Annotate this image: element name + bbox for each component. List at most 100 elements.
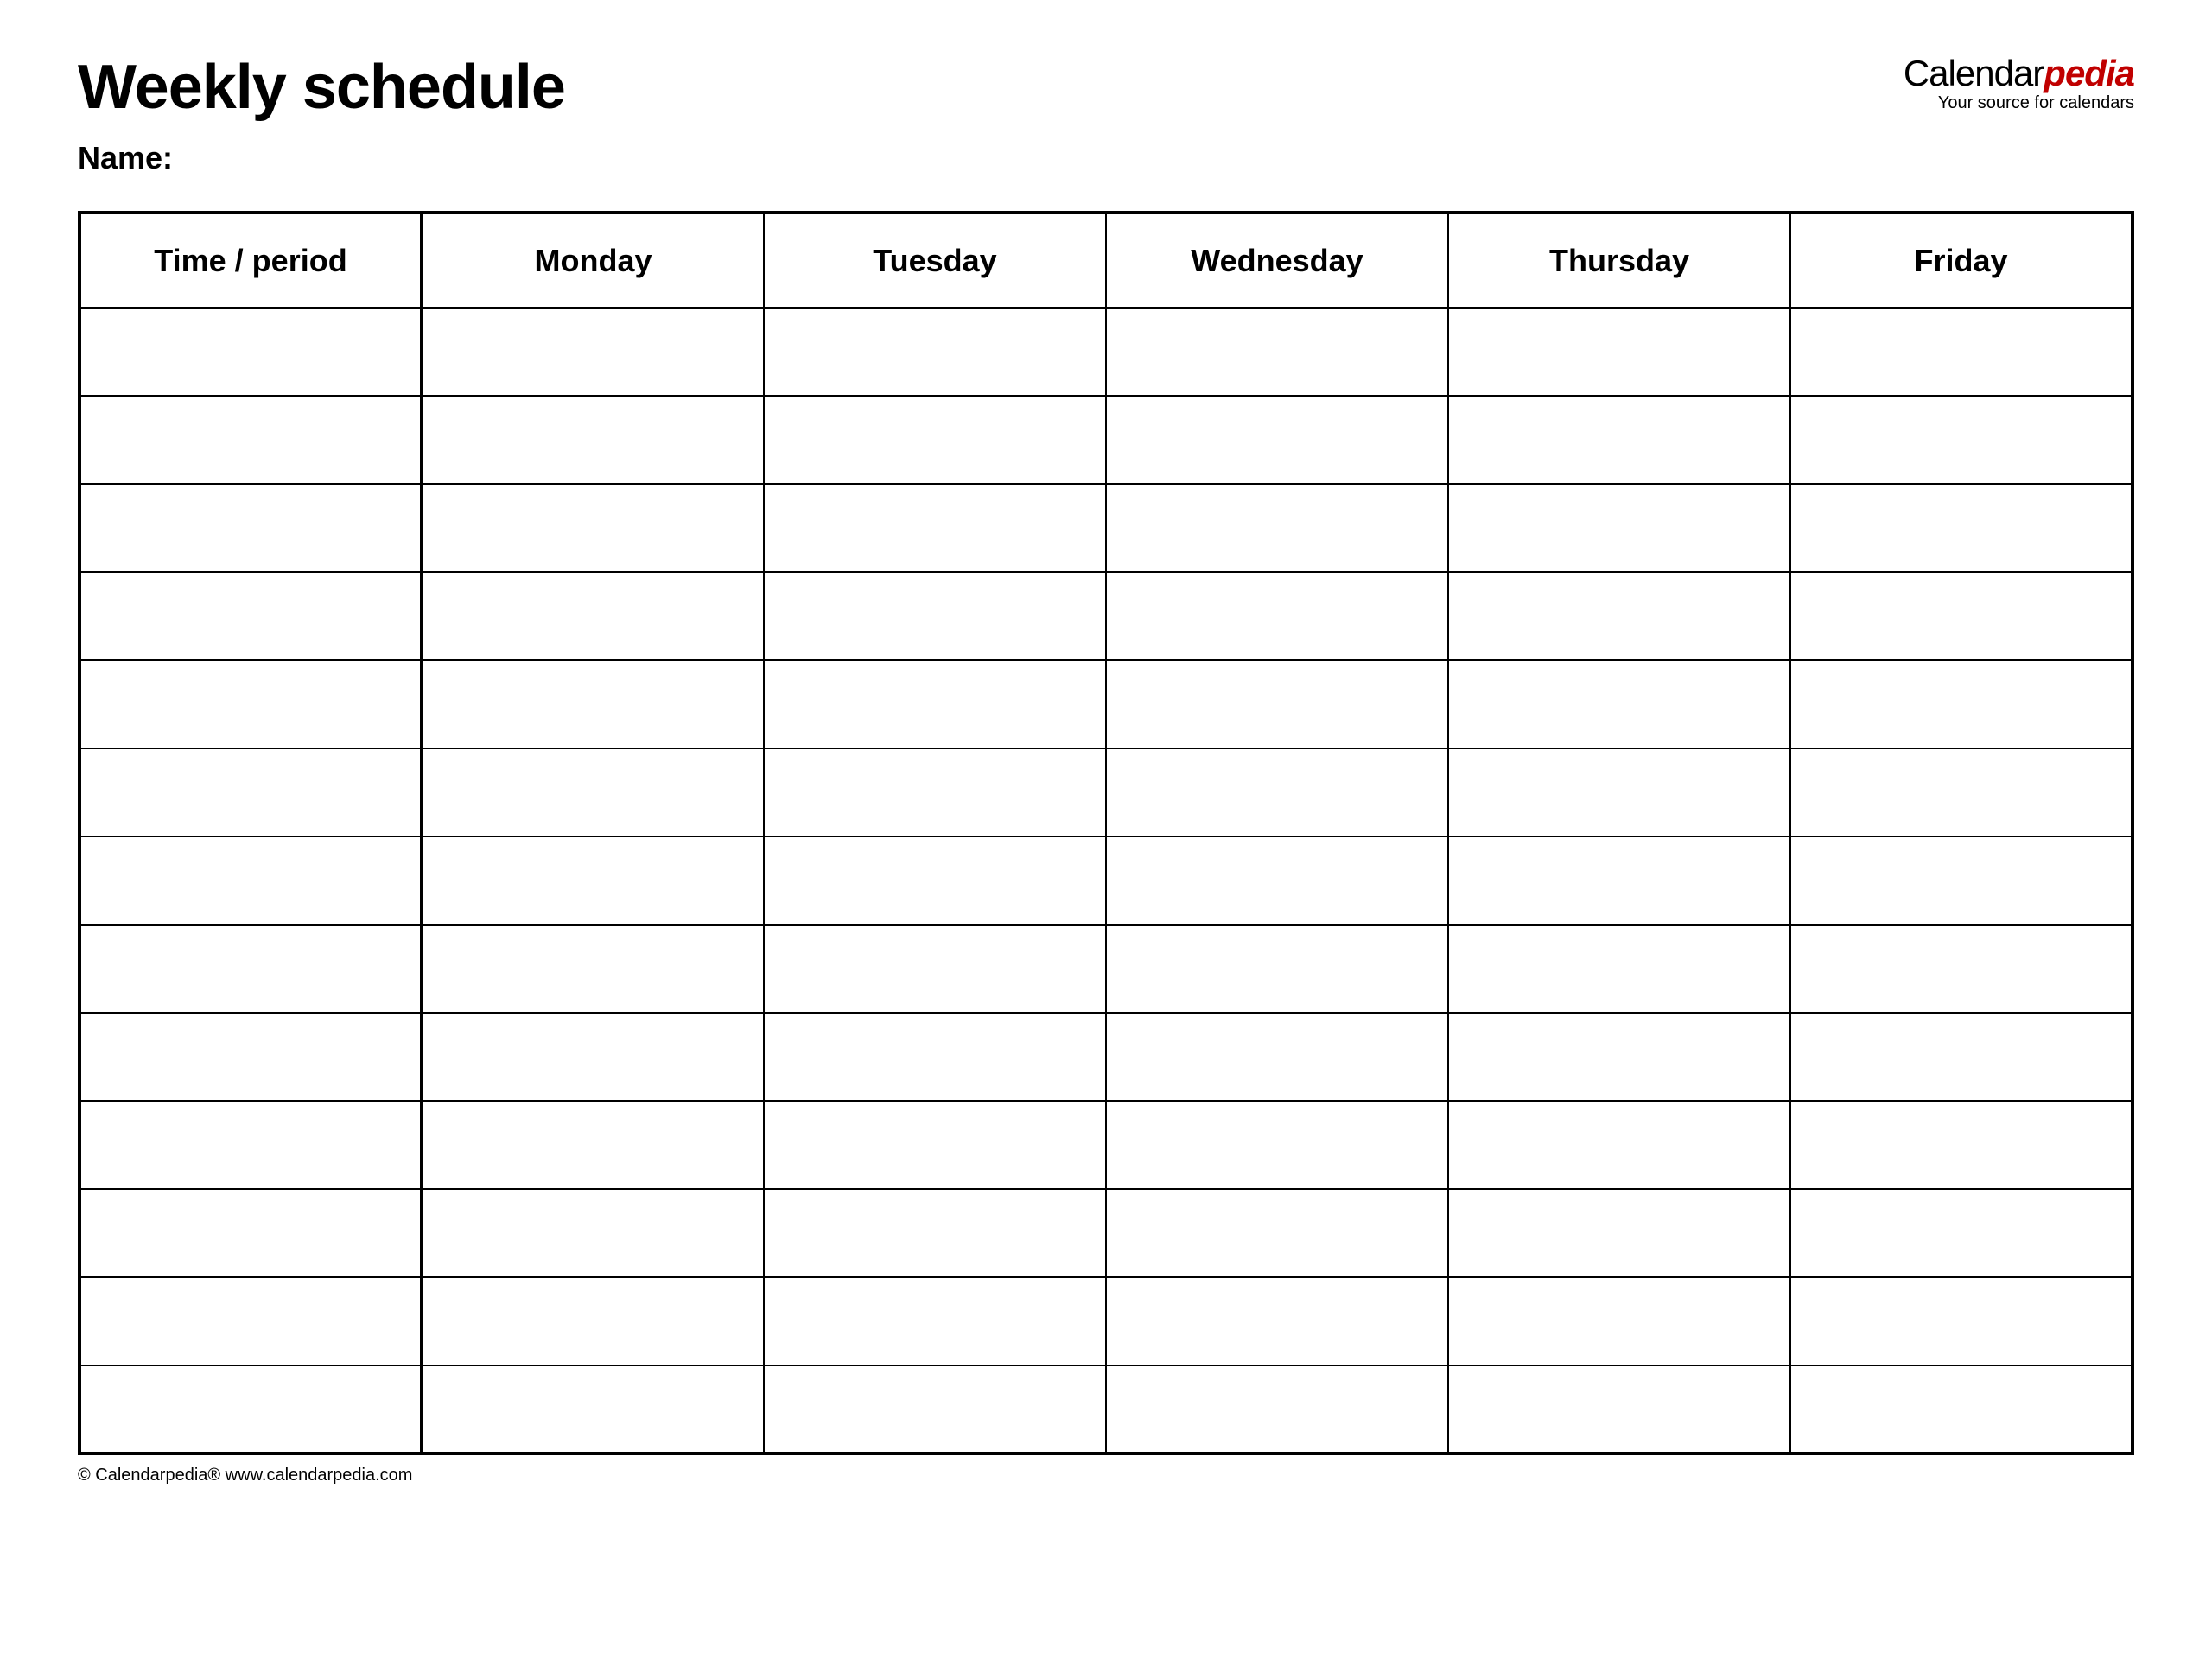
table-cell (1448, 1277, 1790, 1365)
table-body (79, 308, 2133, 1454)
col-header-thursday: Thursday (1448, 213, 1790, 308)
table-cell (422, 572, 764, 660)
table-cell (764, 1189, 1106, 1277)
table-cell (1106, 1189, 1448, 1277)
table-cell (764, 1013, 1106, 1101)
col-header-friday: Friday (1790, 213, 2133, 308)
table-row (79, 1189, 2133, 1277)
table-cell (1790, 1365, 2133, 1454)
table-cell (79, 1101, 422, 1189)
table-cell (1106, 396, 1448, 484)
table-cell (764, 572, 1106, 660)
table-cell (1448, 1365, 1790, 1454)
page-title: Weekly schedule (78, 52, 565, 123)
table-row (79, 1101, 2133, 1189)
table-cell (1790, 1101, 2133, 1189)
table-cell (1106, 925, 1448, 1013)
table-cell (1106, 837, 1448, 925)
table-cell (1448, 1013, 1790, 1101)
name-label: Name: (78, 140, 2134, 176)
table-cell (1790, 1277, 2133, 1365)
table-cell (79, 1013, 422, 1101)
table-cell (764, 837, 1106, 925)
table-cell (422, 1189, 764, 1277)
table-row (79, 1013, 2133, 1101)
table-cell (422, 308, 764, 396)
table-cell (79, 925, 422, 1013)
table-cell (422, 1013, 764, 1101)
header-row: Weekly schedule Calendarpedia Your sourc… (78, 52, 2134, 123)
footer-text: © Calendarpedia® www.calendarpedia.com (78, 1466, 2134, 1486)
col-header-monday: Monday (422, 213, 764, 308)
table-cell (1790, 1013, 2133, 1101)
table-cell (422, 1365, 764, 1454)
table-cell (422, 484, 764, 572)
table-cell (1106, 748, 1448, 837)
table-cell (79, 396, 422, 484)
table-cell (1106, 308, 1448, 396)
table-cell (79, 484, 422, 572)
table-cell (764, 396, 1106, 484)
table-cell (1448, 1101, 1790, 1189)
col-header-wednesday: Wednesday (1106, 213, 1448, 308)
table-row (79, 925, 2133, 1013)
table-cell (1106, 572, 1448, 660)
table-cell (422, 1277, 764, 1365)
brand-name: Calendarpedia (1904, 55, 2134, 92)
table-cell (1106, 1013, 1448, 1101)
table-row (79, 572, 2133, 660)
table-row (79, 837, 2133, 925)
table-cell (764, 484, 1106, 572)
table-cell (764, 925, 1106, 1013)
table-cell (422, 396, 764, 484)
table-cell (1790, 396, 2133, 484)
table-cell (1448, 925, 1790, 1013)
table-cell (79, 1365, 422, 1454)
table-row (79, 484, 2133, 572)
table-cell (79, 837, 422, 925)
table-cell (764, 1365, 1106, 1454)
table-cell (1790, 660, 2133, 748)
table-cell (1106, 1101, 1448, 1189)
table-cell (1790, 484, 2133, 572)
table-cell (79, 572, 422, 660)
table-cell (1448, 484, 1790, 572)
table-cell (79, 748, 422, 837)
table-cell (1790, 308, 2133, 396)
table-cell (79, 1277, 422, 1365)
table-cell (79, 1189, 422, 1277)
table-cell (1448, 308, 1790, 396)
table-cell (1448, 660, 1790, 748)
table-cell (1790, 748, 2133, 837)
brand-block: Calendarpedia Your source for calendars (1904, 52, 2134, 113)
table-row (79, 1365, 2133, 1454)
brand-tagline: Your source for calendars (1904, 93, 2134, 113)
table-cell (1448, 748, 1790, 837)
table-row (79, 1277, 2133, 1365)
table-cell (1448, 837, 1790, 925)
table-cell (1448, 396, 1790, 484)
table-cell (1790, 837, 2133, 925)
table-cell (1106, 484, 1448, 572)
table-cell (764, 660, 1106, 748)
table-cell (422, 925, 764, 1013)
table-cell (422, 660, 764, 748)
table-cell (1106, 1277, 1448, 1365)
brand-name-part1: Calendar (1904, 53, 2044, 93)
table-cell (1106, 1365, 1448, 1454)
table-row (79, 308, 2133, 396)
table-cell (1448, 1189, 1790, 1277)
table-cell (764, 1101, 1106, 1189)
table-cell (764, 748, 1106, 837)
table-row (79, 748, 2133, 837)
table-cell (1106, 660, 1448, 748)
table-cell (1790, 925, 2133, 1013)
col-header-time: Time / period (79, 213, 422, 308)
table-cell (422, 748, 764, 837)
table-header-row: Time / period Monday Tuesday Wednesday T… (79, 213, 2133, 308)
table-row (79, 396, 2133, 484)
schedule-table: Time / period Monday Tuesday Wednesday T… (78, 211, 2134, 1455)
table-cell (79, 660, 422, 748)
table-cell (422, 837, 764, 925)
table-cell (79, 308, 422, 396)
